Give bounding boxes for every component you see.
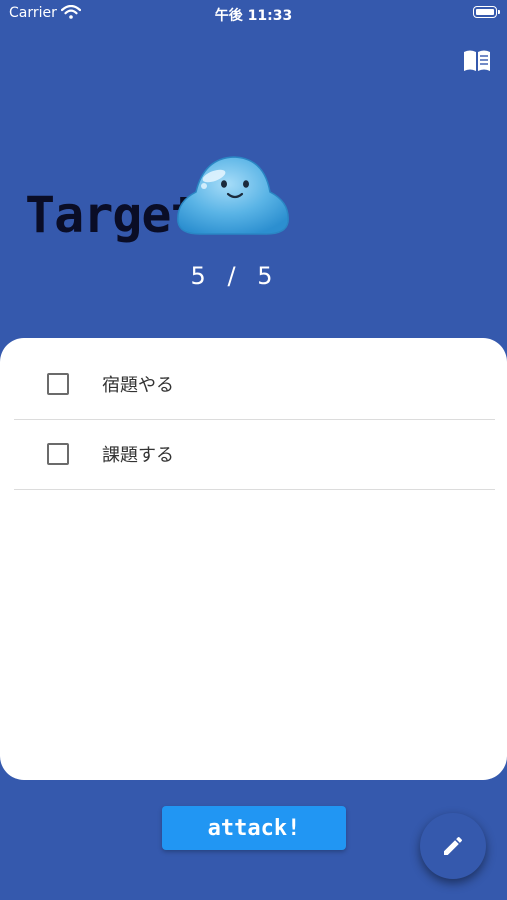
task-list-panel: 宿題やる 課題する [0,338,507,780]
attack-button[interactable]: attack! [162,806,346,850]
task-row[interactable]: 宿題やる [14,349,495,420]
task-label: 課題する [102,445,174,466]
hp-counter: 5 / 5 [0,262,465,290]
status-bar: Carrier 午後 11:33 [0,0,507,28]
status-time: 午後 11:33 [214,8,293,24]
edit-fab[interactable] [420,813,486,879]
hp-current: 5 [190,262,208,290]
hp-separator: / [227,262,238,290]
task-row[interactable]: 課題する [14,419,495,490]
task-label: 宿題やる [102,375,174,396]
hp-total: 5 [257,262,275,290]
task-checkbox[interactable] [47,373,69,395]
battery-icon [473,6,500,18]
task-checkbox[interactable] [47,443,69,465]
slime-icon [174,152,292,238]
book-icon[interactable] [462,49,492,73]
